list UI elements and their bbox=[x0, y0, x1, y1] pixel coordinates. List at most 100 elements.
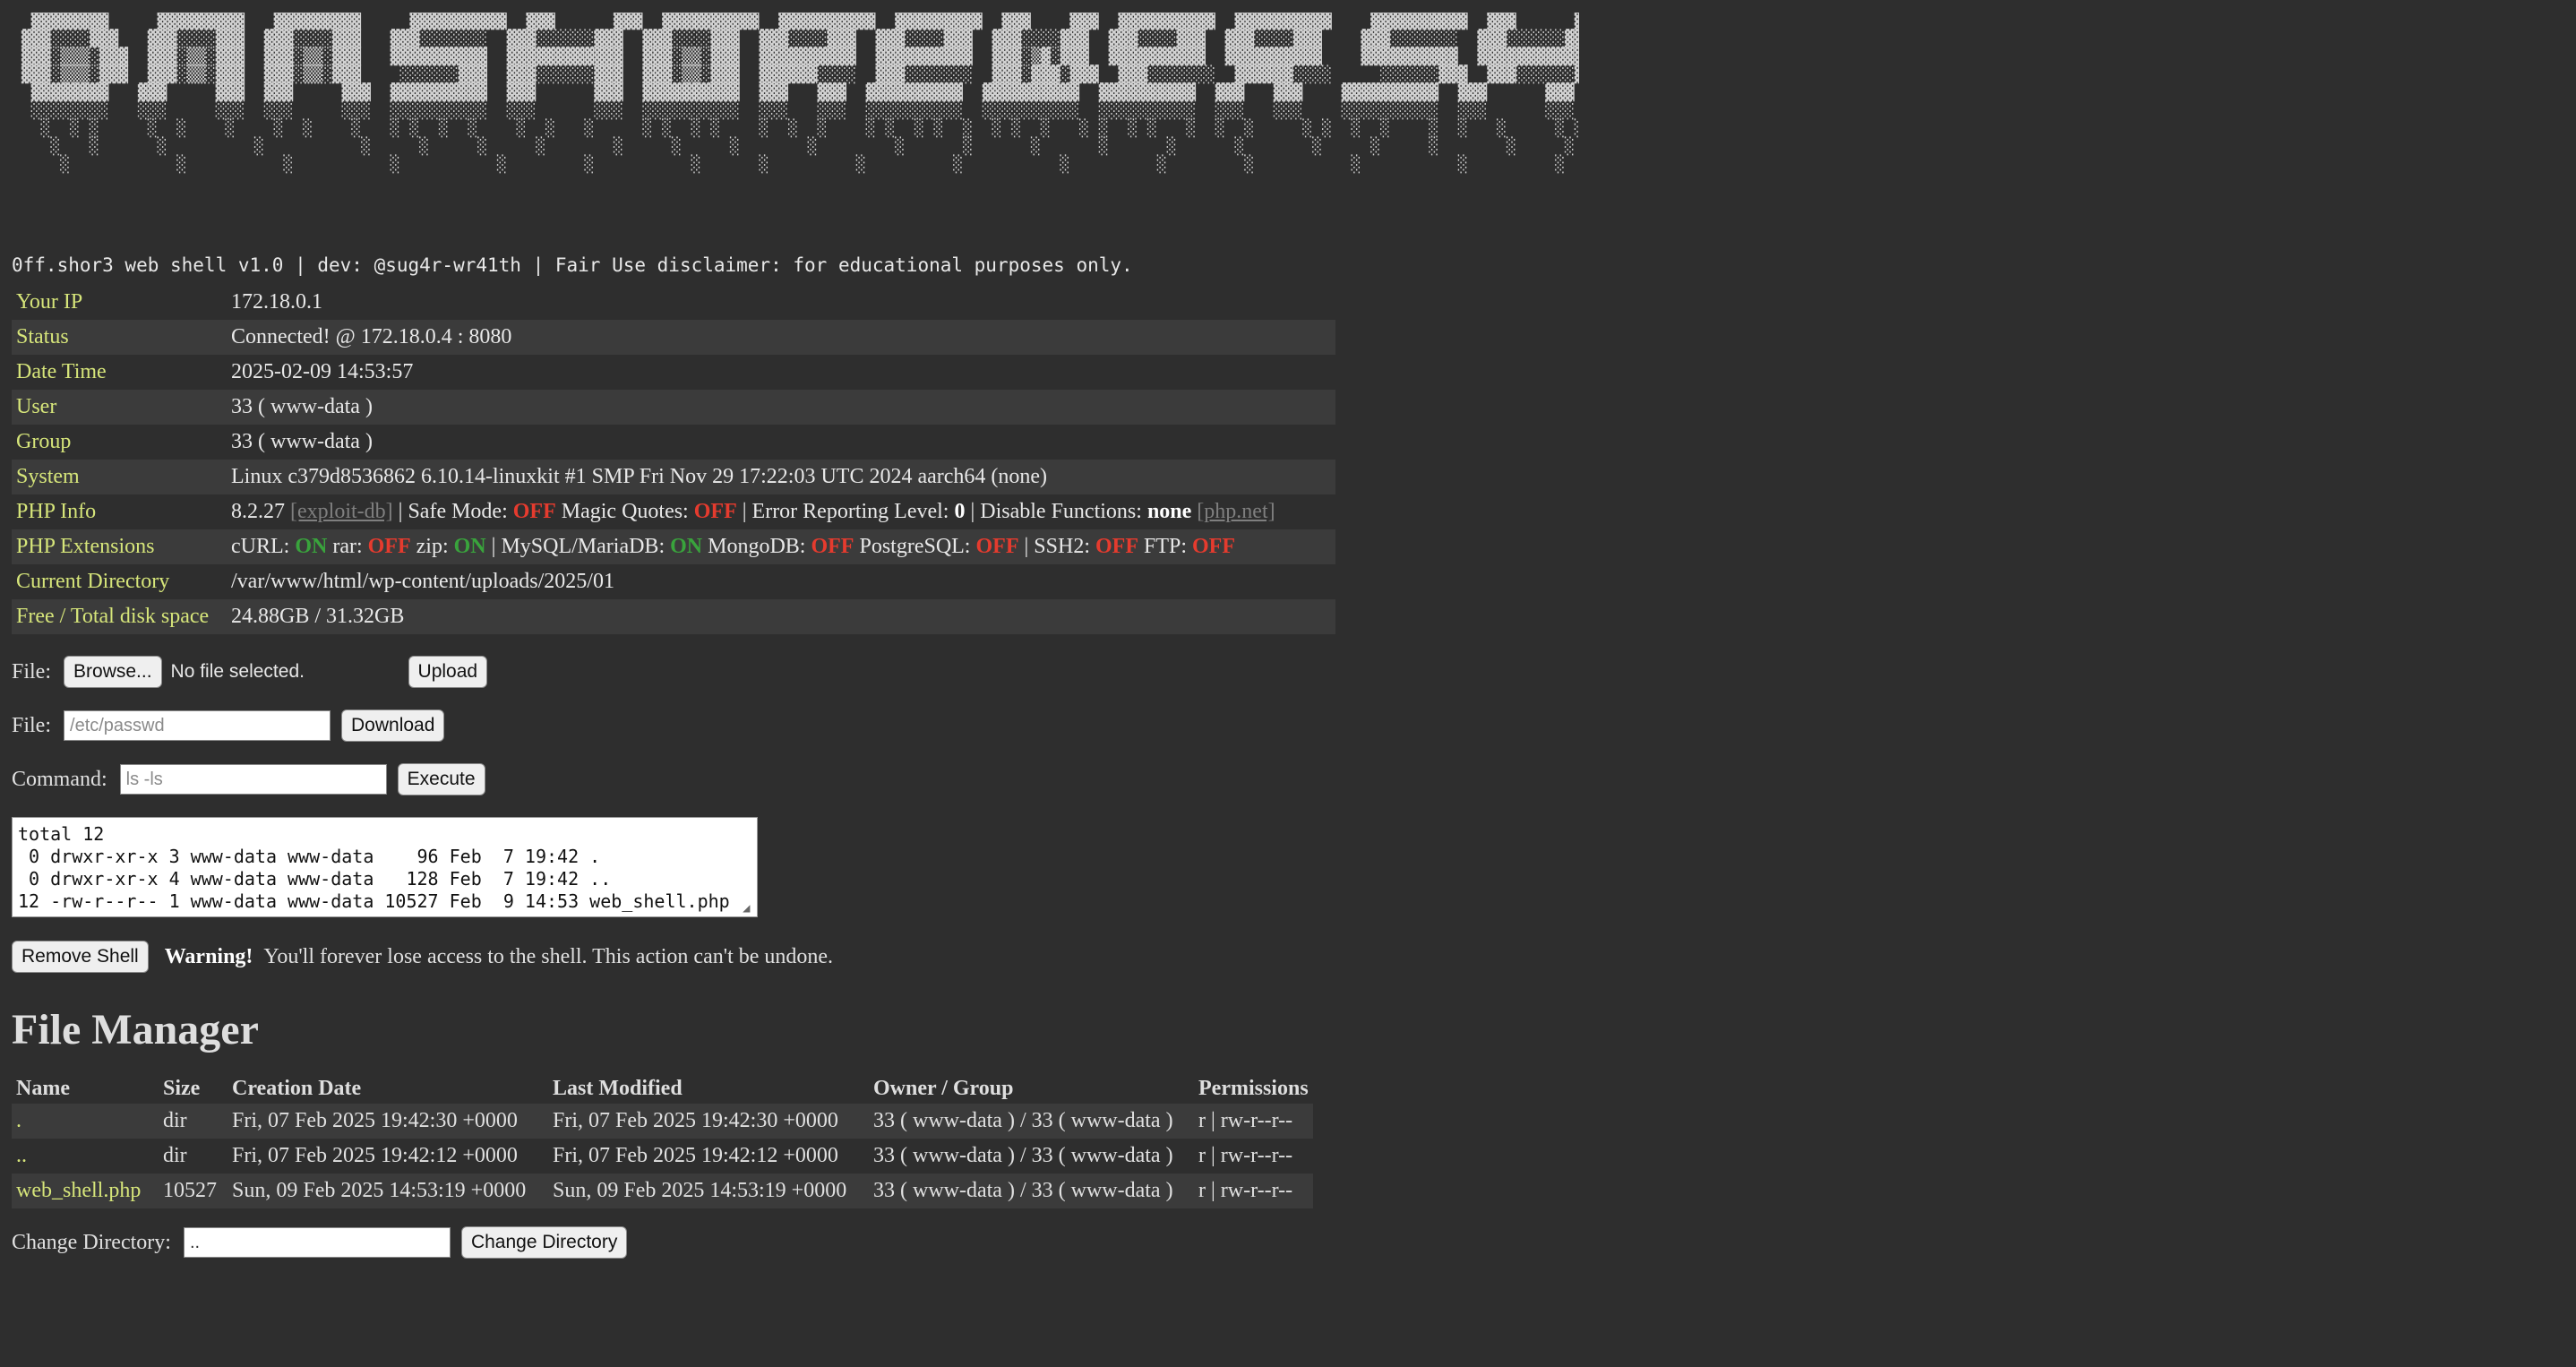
info-value: 33 ( www-data ) bbox=[227, 390, 1335, 425]
execute-button[interactable]: Execute bbox=[397, 763, 485, 795]
command-output[interactable]: total 12 0 drwxr-xr-x 3 www-data www-dat… bbox=[12, 817, 758, 917]
php-version: 8.2.27 bbox=[231, 500, 285, 523]
upload-button[interactable]: Upload bbox=[408, 656, 488, 688]
column-header: Name bbox=[16, 1077, 70, 1100]
column-header: Creation Date bbox=[232, 1077, 362, 1100]
browse-button[interactable]: Browse... bbox=[64, 656, 162, 688]
file-name-link[interactable]: . bbox=[12, 1104, 159, 1139]
no-file-text: No file selected. bbox=[170, 661, 305, 682]
file-created: Sun, 09 Feb 2025 14:53:19 +0000 bbox=[228, 1174, 548, 1208]
info-label: Date Time bbox=[16, 360, 107, 383]
command-label: Command: bbox=[12, 767, 107, 791]
table-row: web_shell.php 10527 Sun, 09 Feb 2025 14:… bbox=[12, 1174, 1313, 1208]
file-created: Fri, 07 Feb 2025 19:42:12 +0000 bbox=[232, 1144, 518, 1167]
resize-handle-icon[interactable]: ◢ bbox=[743, 902, 755, 915]
change-directory-button[interactable]: Change Directory bbox=[460, 1226, 628, 1259]
ext-status: ON bbox=[670, 535, 703, 558]
column-header: Size bbox=[163, 1077, 201, 1100]
file-modified: Sun, 09 Feb 2025 14:53:19 +0000 bbox=[548, 1174, 869, 1208]
file-manager-title: File Manager bbox=[12, 1006, 259, 1053]
command-output-text: total 12 0 drwxr-xr-x 3 www-data www-dat… bbox=[18, 823, 730, 912]
file-name-link[interactable]: web_shell.php bbox=[12, 1174, 159, 1208]
info-label: Status bbox=[12, 320, 227, 355]
info-row-group: Group 33 ( www-data ) bbox=[12, 425, 1335, 460]
file-modified: Fri, 07 Feb 2025 19:42:30 +0000 bbox=[548, 1104, 869, 1139]
download-form: File: Download bbox=[12, 699, 2564, 752]
file-owner: 33 ( www-data ) / 33 ( www-data ) bbox=[873, 1144, 1173, 1167]
info-value: 2025-02-09 14:53:57 bbox=[231, 360, 414, 383]
info-label: Free / Total disk space bbox=[12, 599, 227, 634]
info-value: 172.18.0.1 bbox=[231, 290, 322, 314]
disable-functions-label: | Disable Functions: bbox=[970, 500, 1142, 523]
file-owner: 33 ( www-data ) / 33 ( www-data ) bbox=[869, 1174, 1194, 1208]
info-row-status: Status Connected! @ 172.18.0.4 : 8080 bbox=[12, 320, 1335, 355]
ext-name: | MySQL/MariaDB: bbox=[491, 535, 665, 558]
ext-name: rar: bbox=[332, 535, 363, 558]
exploit-db-link[interactable]: [exploit-db] bbox=[290, 500, 393, 523]
change-directory-label: Change Directory: bbox=[12, 1230, 171, 1254]
command-input[interactable] bbox=[119, 764, 387, 795]
warning-label: Warning! bbox=[164, 944, 253, 968]
remove-shell-button[interactable]: Remove Shell bbox=[12, 941, 149, 973]
error-level-value: 0 bbox=[954, 500, 966, 523]
ext-name: cURL: bbox=[231, 535, 290, 558]
page: ▓▓▓▓▓▓▓▓ ▓▓▓▓▓▓▓▓▓ ▓▓▓▓▓▓▓▓▓ ▓▓▓▓▓▓▓▓▓▓ … bbox=[0, 0, 2576, 1271]
file-permissions: r | rw-r--r-- bbox=[1194, 1104, 1313, 1139]
php-net-link[interactable]: [php.net] bbox=[1197, 500, 1275, 523]
info-row-cwd: Current Directory /var/www/html/wp-conte… bbox=[12, 564, 1335, 599]
ext-name: MongoDB: bbox=[708, 535, 806, 558]
ext-status: OFF bbox=[975, 535, 1019, 558]
info-label: Group bbox=[16, 430, 72, 453]
safe-mode-label: | Safe Mode: bbox=[398, 500, 508, 523]
column-header: Last Modified bbox=[553, 1077, 683, 1100]
info-value: Linux c379d8536862 6.10.14-linuxkit #1 S… bbox=[227, 460, 1335, 494]
change-directory-form: Change Directory: Change Directory bbox=[12, 1226, 2564, 1259]
info-row-extensions: PHP Extensions cURL: ON rar: OFF zip: ON… bbox=[12, 529, 1335, 564]
file-permissions: r | rw-r--r-- bbox=[1194, 1174, 1313, 1208]
info-row-system: System Linux c379d8536862 6.10.14-linuxk… bbox=[12, 460, 1335, 494]
info-row-php: PHP Info 8.2.27 [exploit-db] | Safe Mode… bbox=[12, 494, 1335, 529]
info-value: /var/www/html/wp-content/uploads/2025/01 bbox=[231, 570, 614, 593]
info-row-ip: Your IP 172.18.0.1 bbox=[12, 285, 1335, 320]
remove-shell-row: Remove Shell Warning! You'll forever los… bbox=[12, 941, 2564, 973]
file-name-link[interactable]: .. bbox=[12, 1139, 159, 1174]
upload-form: File: Browse... No file selected. Upload bbox=[12, 645, 2564, 699]
info-table: Your IP 172.18.0.1 Status Connected! @ 1… bbox=[12, 285, 1335, 634]
download-label: File: bbox=[12, 713, 52, 737]
file-size: 10527 bbox=[159, 1174, 228, 1208]
command-form: Command: Execute bbox=[12, 752, 2564, 806]
info-row-datetime: Date Time 2025-02-09 14:53:57 bbox=[12, 355, 1335, 390]
ext-status: OFF bbox=[811, 535, 854, 558]
ext-status: ON bbox=[295, 535, 328, 558]
magic-quotes-value: OFF bbox=[693, 500, 737, 523]
column-header: Permissions bbox=[1198, 1077, 1309, 1100]
download-button[interactable]: Download bbox=[341, 709, 445, 742]
table-row: . dir Fri, 07 Feb 2025 19:42:30 +0000 Fr… bbox=[12, 1104, 1313, 1139]
info-row-disk: Free / Total disk space 24.88GB / 31.32G… bbox=[12, 599, 1335, 634]
file-permissions: r | rw-r--r-- bbox=[1198, 1144, 1293, 1167]
ascii-banner: ▓▓▓▓▓▓▓▓ ▓▓▓▓▓▓▓▓▓ ▓▓▓▓▓▓▓▓▓ ▓▓▓▓▓▓▓▓▓▓ … bbox=[21, 13, 1579, 174]
ext-name: PostgreSQL: bbox=[859, 535, 971, 558]
file-size: dir bbox=[163, 1144, 187, 1167]
magic-quotes-label: Magic Quotes: bbox=[561, 500, 689, 523]
info-label: Your IP bbox=[16, 290, 83, 314]
file-created: Fri, 07 Feb 2025 19:42:30 +0000 bbox=[228, 1104, 548, 1139]
ext-status: OFF bbox=[1095, 535, 1138, 558]
ext-name: zip: bbox=[416, 535, 449, 558]
ext-status: OFF bbox=[367, 535, 411, 558]
column-header: Owner / Group bbox=[873, 1077, 1014, 1100]
file-modified: Fri, 07 Feb 2025 19:42:12 +0000 bbox=[553, 1144, 838, 1167]
change-directory-input[interactable] bbox=[183, 1227, 451, 1258]
download-path-input[interactable] bbox=[64, 710, 331, 741]
info-label: User bbox=[12, 390, 227, 425]
info-value: 33 ( www-data ) bbox=[231, 430, 373, 453]
info-label: PHP Extensions bbox=[12, 529, 227, 564]
info-value: Connected! @ 172.18.0.4 : 8080 bbox=[227, 320, 1335, 355]
info-label: System bbox=[12, 460, 227, 494]
info-label: PHP Info bbox=[16, 500, 97, 523]
ext-name: | SSH2: bbox=[1024, 535, 1090, 558]
error-level-label: | Error Reporting Level: bbox=[742, 500, 949, 523]
upload-label: File: bbox=[12, 659, 52, 684]
file-owner: 33 ( www-data ) / 33 ( www-data ) bbox=[869, 1104, 1194, 1139]
info-label: Current Directory bbox=[16, 570, 170, 593]
